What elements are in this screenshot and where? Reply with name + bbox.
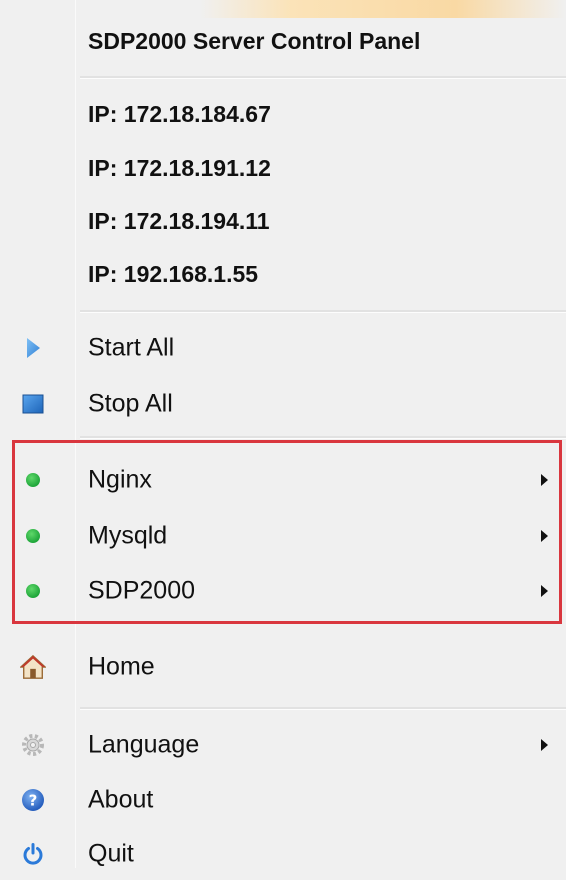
stop-icon [20,391,46,417]
quit-menu-item[interactable]: Quit [0,828,566,880]
tray-context-menu: SDP2000 Server Control Panel IP: 172.18.… [0,0,566,868]
quit-label: Quit [88,839,134,868]
separator [80,436,566,439]
separator [80,707,566,710]
play-icon [20,335,46,361]
home-label: Home [88,652,155,681]
power-icon [20,841,46,867]
about-menu-item[interactable]: ? About [0,774,566,826]
separator [80,310,566,313]
stop-all-menu-item[interactable]: Stop All [0,378,566,430]
start-all-menu-item[interactable]: Start All [0,322,566,374]
menu-title: SDP2000 Server Control Panel [88,28,421,54]
gear-icon [20,732,46,758]
separator [80,76,566,79]
svg-text:?: ? [29,792,38,810]
ip-address-2: IP: 172.18.191.12 [88,155,271,181]
stop-all-label: Stop All [88,389,173,418]
help-icon: ? [20,787,46,813]
about-label: About [88,785,154,814]
ip-address-1: IP: 172.18.184.67 [88,101,271,127]
home-menu-item[interactable]: Home [0,641,566,693]
language-menu-item[interactable]: Language [0,719,566,771]
ip-address-3: IP: 172.18.194.11 [88,208,270,234]
submenu-arrow-icon [541,739,548,751]
home-icon [20,654,46,680]
start-all-label: Start All [88,333,175,362]
ip-address-4: IP: 192.168.1.55 [88,261,259,287]
services-highlight-box [12,440,562,624]
language-label: Language [88,730,200,759]
